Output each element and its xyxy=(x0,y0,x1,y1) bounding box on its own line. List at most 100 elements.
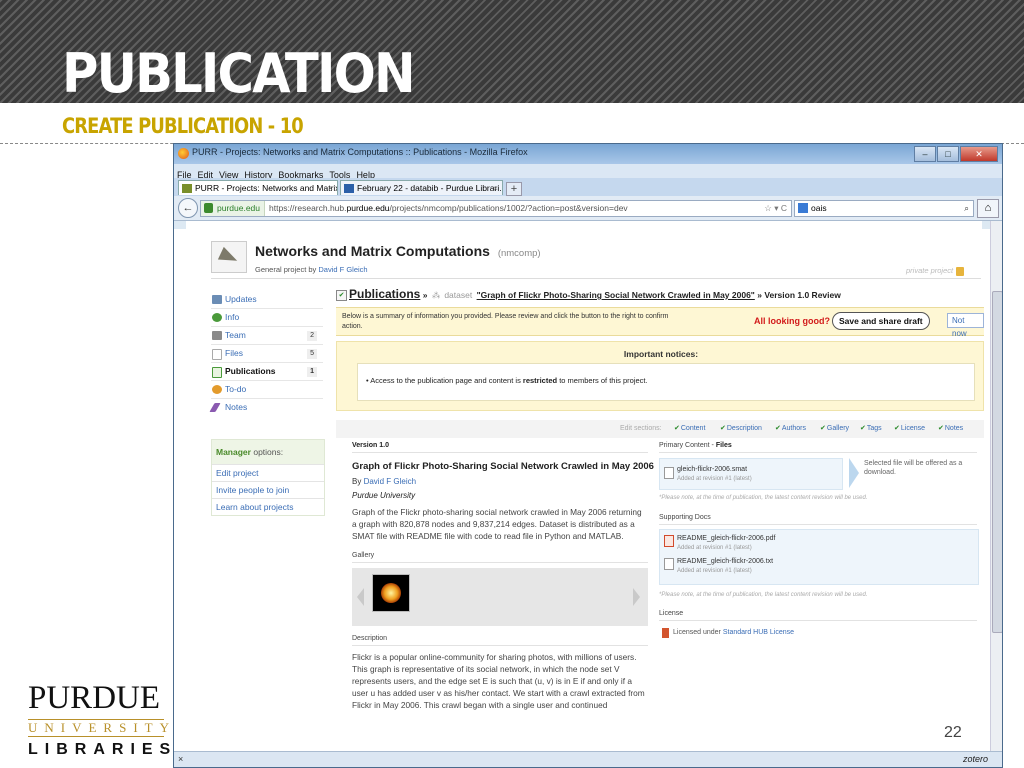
doc-file-name[interactable]: README_gleich-flickr-2006.txt xyxy=(677,558,773,565)
close-addon-bar-icon[interactable]: × xyxy=(178,754,183,764)
edit-gallery-link[interactable]: ✔Gallery xyxy=(820,420,849,438)
minimize-button[interactable]: – xyxy=(914,146,936,162)
edit-tags-link[interactable]: ✔Tags xyxy=(860,420,882,438)
gallery-label: Gallery xyxy=(352,552,375,559)
primary-file-name[interactable]: gleich-flickr-2006.smat xyxy=(677,466,747,473)
edit-section-label: Description xyxy=(726,425,762,432)
revision-note: *Please note, at the time of publication… xyxy=(659,495,868,501)
tab-purr-project[interactable]: PURR - Projects: Networks and Matrix... … xyxy=(178,180,338,195)
edit-authors-link[interactable]: ✔Authors xyxy=(775,420,806,438)
not-now-button[interactable]: Not now xyxy=(947,313,984,338)
edit-license-link[interactable]: ✔License xyxy=(894,420,925,438)
edit-description-link[interactable]: ✔Description xyxy=(720,420,762,438)
publication-title: Graph of Flickr Photo-Sharing Social Net… xyxy=(352,461,654,472)
maximize-button[interactable]: □ xyxy=(937,146,959,162)
sidebar-item-publications[interactable]: Publications 1 xyxy=(211,363,323,381)
sidebar-item-info[interactable]: Info xyxy=(211,309,323,327)
gallery-next-icon[interactable] xyxy=(633,588,640,606)
sidebar-item-todo[interactable]: To-do xyxy=(211,381,323,399)
logo-line-libraries: LIBRARIES xyxy=(28,741,178,758)
slide-title: PUBLICATION xyxy=(62,42,416,105)
tab-databib[interactable]: February 22 - databib - Purdue Librari..… xyxy=(340,180,503,195)
pdf-file-icon xyxy=(664,535,674,547)
search-input[interactable]: oais xyxy=(811,203,827,213)
notice-item: • Access to the publication page and con… xyxy=(366,376,648,385)
url-domain: purdue.edu xyxy=(346,203,390,213)
primary-file-meta: Added at revision #1 (latest) xyxy=(677,476,752,482)
sidebar-item-files[interactable]: Files 5 xyxy=(211,345,323,363)
edit-project-link[interactable]: Edit project xyxy=(212,464,324,481)
breadcrumb-publications[interactable]: Publications xyxy=(349,287,420,301)
search-engine-icon[interactable] xyxy=(798,203,808,213)
summary-text: Below is a summary of information you pr… xyxy=(342,313,669,330)
close-window-button[interactable]: ✕ xyxy=(960,146,998,162)
manager-label: Manager xyxy=(216,447,251,457)
sidebar-item-label: Publications xyxy=(225,366,276,376)
notice-bold: restricted xyxy=(522,376,558,385)
breadcrumb-version: Version 1.0 Review xyxy=(764,290,841,300)
license-label: License xyxy=(659,610,684,617)
purdue-libraries-logo: PURDUE UNIVERSITY LIBRARIES xyxy=(28,680,177,759)
close-tab-icon[interactable]: × xyxy=(328,181,333,195)
primary-label-text: Primary Content - xyxy=(659,442,714,449)
window-controls: – □ ✕ xyxy=(914,146,998,162)
info-icon xyxy=(212,313,222,322)
version-label: Version 1.0 xyxy=(352,442,389,449)
gallery-prev-icon[interactable] xyxy=(357,588,364,606)
publications-icon xyxy=(212,367,222,378)
owner-link[interactable]: David F Gleich xyxy=(318,265,367,274)
divider xyxy=(659,452,977,453)
breadcrumb: ✔ Publications » ⁂ dataset "Graph of Flick… xyxy=(336,287,841,302)
vertical-scrollbar[interactable] xyxy=(990,221,1002,751)
license-icon xyxy=(662,628,669,638)
notices-title: Important notices: xyxy=(623,349,699,359)
project-subtitle: General project by David F Gleich xyxy=(255,265,368,274)
primary-content-label: Primary Content - Files xyxy=(659,442,732,449)
edit-section-label: Content xyxy=(680,425,706,432)
sidebar-item-label: Team xyxy=(225,330,246,340)
zotero-button[interactable]: zotero xyxy=(963,754,988,764)
file-icon xyxy=(664,467,674,479)
window-title: PURR - Projects: Networks and Matrix Com… xyxy=(192,147,528,157)
url-bar[interactable]: purdue.edu https://research.hub.purdue.ed… xyxy=(200,200,792,217)
databib-favicon-icon xyxy=(344,184,354,193)
search-box[interactable]: oais ⌕ xyxy=(794,200,974,217)
site-identity-icon xyxy=(204,203,213,213)
notices-box: • Access to the publication page and con… xyxy=(357,363,975,401)
search-icon[interactable]: ⌕ xyxy=(964,201,969,216)
purr-favicon-icon xyxy=(182,184,192,193)
breadcrumb-title[interactable]: "Graph of Flickr Photo-Sharing Social Ne… xyxy=(477,290,755,300)
gallery-thumbnail[interactable] xyxy=(372,574,410,612)
sidebar-item-updates[interactable]: Updates xyxy=(211,291,323,309)
site-identity-button[interactable]: purdue.edu xyxy=(201,201,266,216)
notice-text: Access to the publication page and conte… xyxy=(370,376,521,385)
back-button[interactable]: ← xyxy=(178,198,198,218)
edit-notes-link[interactable]: ✔Notes xyxy=(938,420,963,438)
tab-bar: PURR - Projects: Networks and Matrix... … xyxy=(174,178,1002,196)
project-name: Networks and Matrix Computations xyxy=(255,243,490,259)
browser-window: PURR - Projects: Networks and Matrix Com… xyxy=(173,143,1003,768)
save-and-share-button[interactable]: Save and share draft xyxy=(832,312,930,330)
author-link[interactable]: David F Gleich xyxy=(364,477,416,486)
edit-section-label: Notes xyxy=(944,425,964,432)
home-button[interactable]: ⌂ xyxy=(977,199,999,218)
invite-people-link[interactable]: Invite people to join xyxy=(212,481,324,498)
sidebar-item-team[interactable]: Team 2 xyxy=(211,327,323,345)
team-icon xyxy=(212,331,222,340)
edit-content-link[interactable]: ✔Content xyxy=(674,420,705,438)
logo-line-university: UNIVERSITY xyxy=(28,719,176,737)
header-divider xyxy=(211,278,981,279)
by-label: By xyxy=(352,477,362,486)
learn-about-projects-link[interactable]: Learn about projects xyxy=(212,498,324,515)
license-link[interactable]: Standard HUB License xyxy=(723,629,794,636)
reload-icon[interactable]: ☆ ▾ C xyxy=(764,201,787,216)
divider xyxy=(659,524,977,525)
slide-subtitle: CREATE PUBLICATION - 10 xyxy=(62,114,304,138)
publication-description: Flickr is a popular online-community for… xyxy=(352,652,645,710)
new-tab-button[interactable]: + xyxy=(506,182,522,196)
project-icon xyxy=(211,241,247,273)
sidebar-item-notes[interactable]: Notes xyxy=(209,399,323,416)
close-tab-icon[interactable]: × xyxy=(493,181,498,195)
doc-file-name[interactable]: README_gleich-flickr-2006.pdf xyxy=(677,535,775,542)
scrollbar-thumb[interactable] xyxy=(992,291,1002,633)
